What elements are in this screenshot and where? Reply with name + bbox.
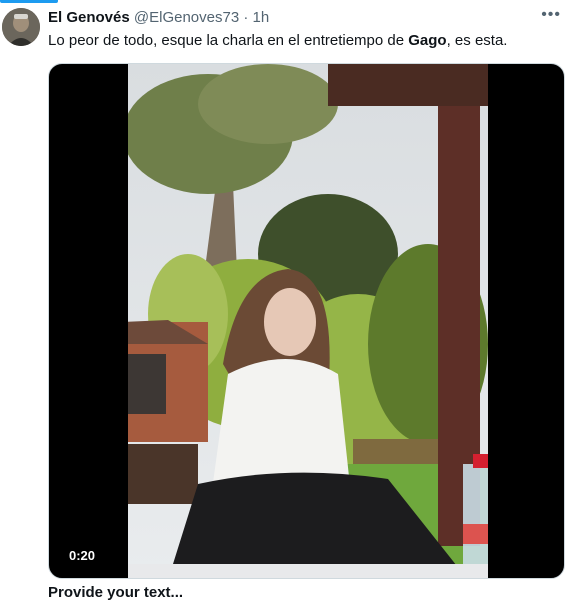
tweet-text-end: , es esta.: [446, 32, 508, 49]
video-duration: 0:20: [63, 546, 102, 565]
author-name[interactable]: El Genovés: [48, 9, 130, 26]
video-frame: [128, 64, 488, 578]
avatar-image: [2, 8, 40, 46]
more-horizontal-icon[interactable]: •••: [541, 6, 561, 24]
tweet-text-part: Lo peor de todo, esque la charla en el e…: [48, 32, 409, 49]
video-player[interactable]: 0:20: [48, 63, 565, 579]
tweet-time[interactable]: 1h: [253, 9, 270, 26]
tweet-header: El Genovés @ElGenoves73 · 1h: [48, 9, 269, 27]
avatar[interactable]: [2, 8, 40, 46]
tweet-text: Lo peor de todo, esque la charla en el e…: [48, 31, 507, 51]
tweet-text-bold[interactable]: Gago: [408, 32, 446, 49]
top-accent-bar: [0, 0, 58, 3]
author-handle[interactable]: @ElGenoves73: [134, 9, 239, 26]
video-frame-image: [128, 64, 488, 578]
separator-dot: ·: [243, 9, 249, 26]
